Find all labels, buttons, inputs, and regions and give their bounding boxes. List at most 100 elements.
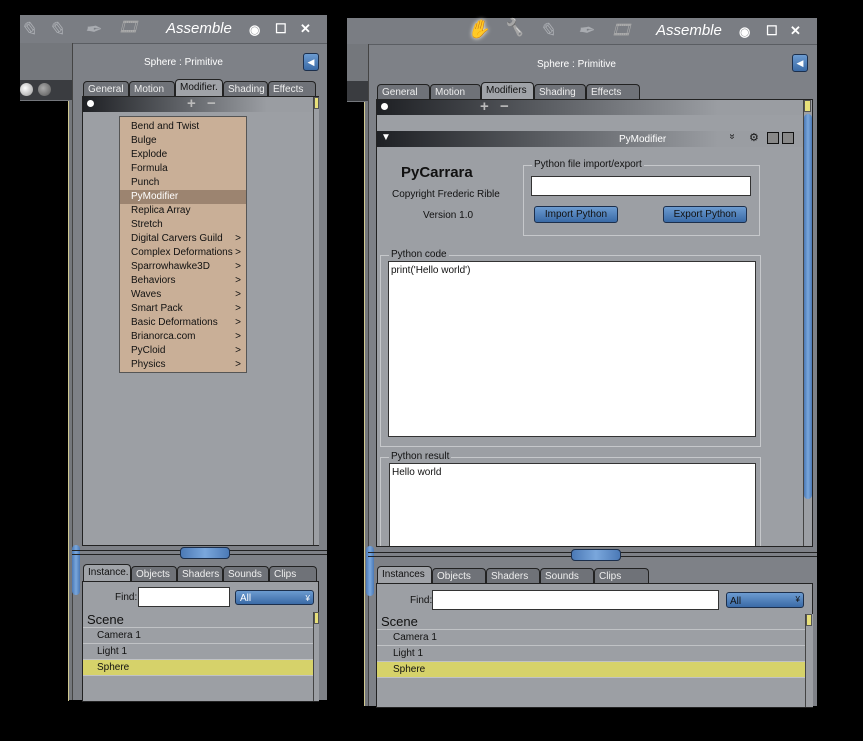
hand-icon[interactable]: ✋ xyxy=(467,19,489,40)
menu-item[interactable]: Stretch xyxy=(120,218,246,232)
menu-item[interactable]: Explode xyxy=(120,148,246,162)
menu-item[interactable]: Physics > xyxy=(120,358,246,372)
scene-root[interactable]: Scene xyxy=(83,612,313,628)
maximize-icon[interactable]: ☐ xyxy=(275,21,287,37)
modifier-list-header: + − xyxy=(377,100,803,115)
menu-item[interactable]: Bend and Twist xyxy=(120,120,246,134)
add-modifier-icon[interactable]: + xyxy=(480,100,489,115)
remove-modifier-icon[interactable]: − xyxy=(500,100,509,115)
scrollbar[interactable] xyxy=(805,614,813,707)
menu-item[interactable]: PyCloid > xyxy=(120,344,246,358)
scene-root[interactable]: Scene xyxy=(377,614,805,630)
brush-icon[interactable]: ✒ xyxy=(84,17,101,42)
menu-item[interactable]: Behaviors > xyxy=(120,274,246,288)
tab-sounds[interactable]: Sounds xyxy=(540,568,594,583)
film-icon[interactable]: 🎞 xyxy=(118,17,138,37)
tab-general[interactable]: General xyxy=(377,84,430,99)
close-icon[interactable]: ✕ xyxy=(790,23,801,39)
list-item[interactable]: Camera 1 xyxy=(83,628,313,644)
pencil-icon[interactable]: ✎ xyxy=(48,17,65,42)
submenu-arrow-icon: > xyxy=(235,345,241,356)
bullet-icon xyxy=(87,100,94,107)
close-icon[interactable]: ✕ xyxy=(300,21,311,37)
menu-item[interactable]: Waves > xyxy=(120,288,246,302)
tab-effects[interactable]: Effects xyxy=(586,84,640,99)
sphere-preview-icon[interactable] xyxy=(20,83,33,96)
chevron-icon[interactable]: » xyxy=(726,134,737,140)
import-python-button[interactable]: Import Python xyxy=(534,206,618,223)
sphere-preview-icon[interactable] xyxy=(38,83,51,96)
collapse-triangle-icon[interactable]: ▼ xyxy=(381,132,391,143)
tab-instances[interactable]: Instances xyxy=(377,566,432,583)
divider-handle[interactable] xyxy=(180,547,230,559)
bullet-icon xyxy=(381,103,388,110)
eye-icon[interactable]: ◉ xyxy=(739,24,750,40)
menu-item[interactable]: Brianorca.com > xyxy=(120,330,246,344)
load-icon[interactable] xyxy=(782,132,794,144)
modifier-menu: Bend and Twist Bulge Explode Formula Punch Py… xyxy=(119,116,247,373)
add-modifier-icon[interactable]: + xyxy=(187,95,196,112)
tab-clips[interactable]: Clips xyxy=(269,566,317,581)
copyright: Copyright Frederic Rible xyxy=(392,189,500,200)
preset-icon[interactable]: ⚙ xyxy=(749,131,759,144)
back-button[interactable]: ◀ xyxy=(303,53,319,71)
save-icon[interactable] xyxy=(767,132,779,144)
find-input[interactable] xyxy=(138,587,230,607)
scrollbar[interactable] xyxy=(313,612,319,701)
file-path-input[interactable] xyxy=(531,176,751,196)
scrollbar[interactable] xyxy=(803,100,812,546)
menu-item[interactable]: Smart Pack > xyxy=(120,302,246,316)
tab-motion[interactable]: Motion xyxy=(129,81,175,96)
list-item[interactable]: Light 1 xyxy=(377,646,805,662)
tab-shading[interactable]: Shading xyxy=(534,84,586,99)
divider-handle[interactable] xyxy=(571,549,621,561)
maximize-icon[interactable]: ☐ xyxy=(766,23,778,39)
export-python-button[interactable]: Export Python xyxy=(663,206,747,223)
tab-modifiers[interactable]: Modifiers xyxy=(481,82,534,99)
tab-objects[interactable]: Objects xyxy=(432,568,486,583)
list-item[interactable]: Camera 1 xyxy=(377,630,805,646)
list-item[interactable]: Sphere xyxy=(377,662,805,678)
tab-shaders[interactable]: Shaders xyxy=(177,566,223,581)
brush-icon[interactable]: ✒ xyxy=(577,18,594,43)
tab-modifiers[interactable]: Modifier. xyxy=(175,79,223,96)
menu-item[interactable]: Formula xyxy=(120,162,246,176)
film-icon[interactable]: 🎞 xyxy=(611,20,631,40)
pencil-icon[interactable]: ✎ xyxy=(20,17,37,42)
menu-item-label: Brianorca.com xyxy=(131,331,196,342)
tab-clips[interactable]: Clips xyxy=(594,568,649,583)
menu-item[interactable]: Replica Array xyxy=(120,204,246,218)
menu-item[interactable]: Complex Deformations > xyxy=(120,246,246,260)
python-result-output[interactable]: Hello world xyxy=(389,463,756,546)
filter-select[interactable]: All ¥ xyxy=(726,592,804,608)
viewport[interactable] xyxy=(347,102,365,706)
modifier-header[interactable]: ▼ PyModifier » ⚙ xyxy=(377,131,803,147)
menu-item[interactable]: Sparrowhawke3D > xyxy=(120,260,246,274)
tab-sounds[interactable]: Sounds xyxy=(223,566,269,581)
scrollbar[interactable] xyxy=(313,97,319,545)
tab-objects[interactable]: Objects xyxy=(131,566,177,581)
menu-item[interactable]: Digital Carvers Guild > xyxy=(120,232,246,246)
list-item[interactable]: Light 1 xyxy=(83,644,313,660)
back-button[interactable]: ◀ xyxy=(792,54,808,72)
pencil-icon[interactable]: ✎ xyxy=(539,18,556,43)
tab-effects[interactable]: Effects xyxy=(268,81,316,96)
menu-item[interactable]: Punch xyxy=(120,176,246,190)
remove-modifier-icon[interactable]: − xyxy=(207,95,216,112)
tab-shading[interactable]: Shading xyxy=(223,81,268,96)
tab-shaders[interactable]: Shaders xyxy=(486,568,540,583)
python-code-editor[interactable]: print('Hello world') xyxy=(388,261,756,437)
viewport[interactable] xyxy=(20,101,69,701)
eye-icon[interactable]: ◉ xyxy=(249,22,260,38)
chevron-down-icon: ¥ xyxy=(305,594,310,603)
menu-item[interactable]: Basic Deformations > xyxy=(120,316,246,330)
tab-general[interactable]: General xyxy=(83,81,129,96)
find-input[interactable] xyxy=(432,590,719,610)
filter-select[interactable]: All ¥ xyxy=(235,590,314,605)
menu-item[interactable]: Bulge xyxy=(120,134,246,148)
wrench-icon[interactable]: 🔧 xyxy=(503,18,524,38)
tab-instances[interactable]: Instance. xyxy=(83,564,131,581)
tab-motion[interactable]: Motion xyxy=(430,84,481,99)
menu-item[interactable]: PyModifier xyxy=(120,190,246,204)
list-item[interactable]: Sphere xyxy=(83,660,313,676)
